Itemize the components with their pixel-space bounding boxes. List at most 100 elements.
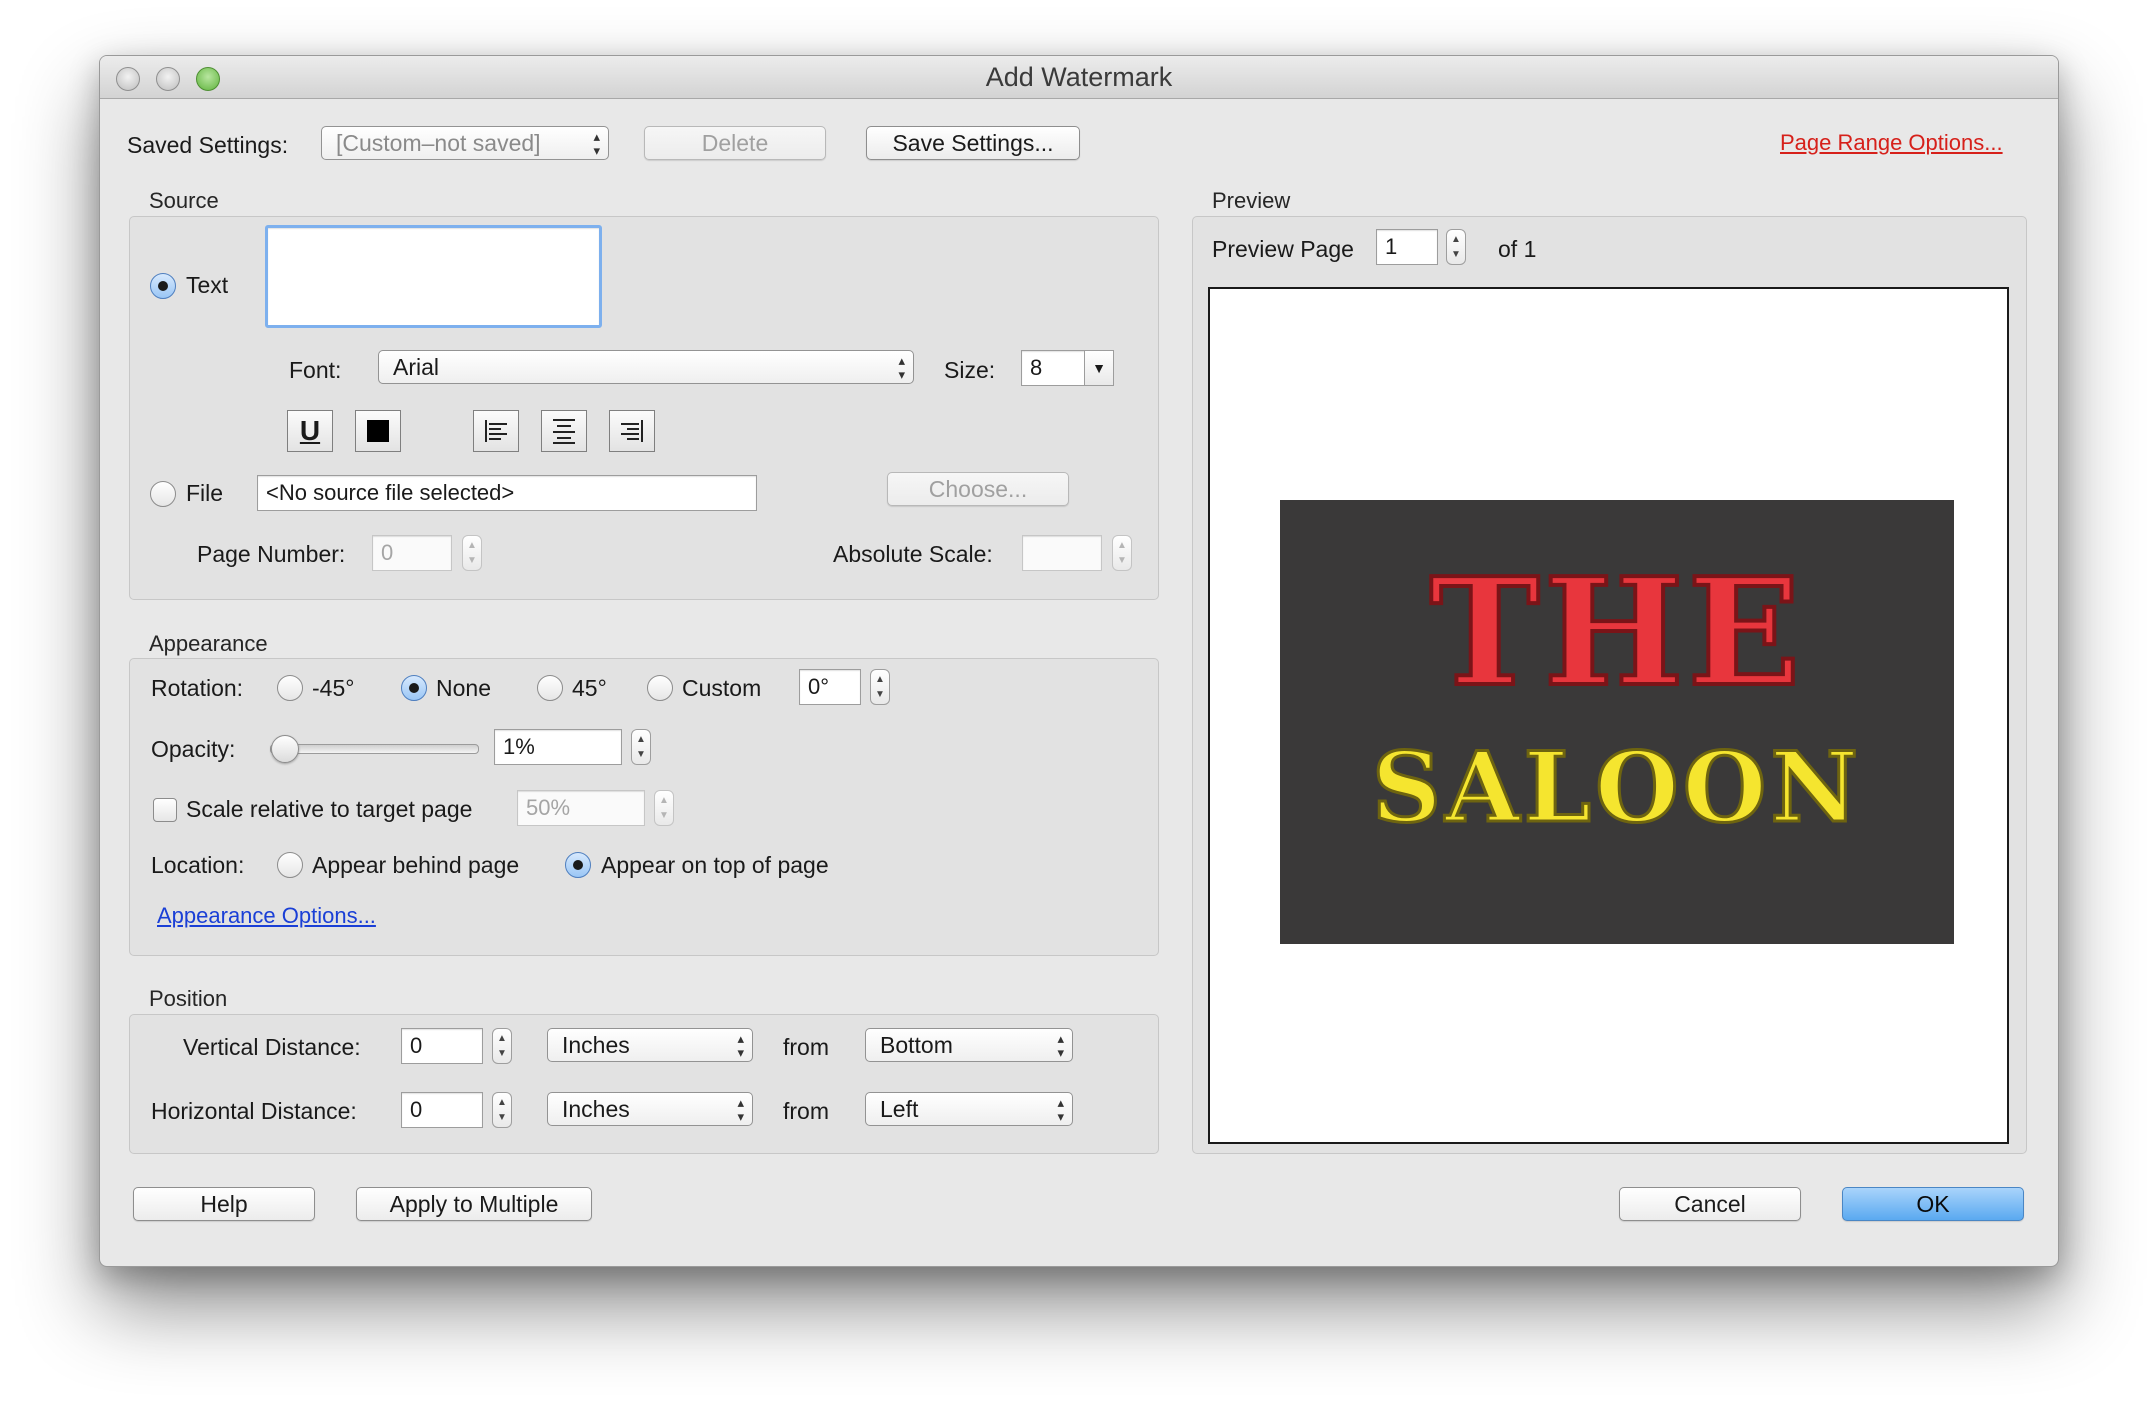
popup-arrows-icon: ▴ ▾ (593, 129, 600, 158)
saved-settings-label: Saved Settings: (127, 132, 289, 158)
choose-file-button[interactable]: Choose... (887, 472, 1069, 506)
align-left-icon (485, 420, 507, 442)
opacity-label: Opacity: (151, 736, 236, 762)
opacity-slider-thumb[interactable] (270, 735, 299, 763)
preview-page-input[interactable]: 1 (1376, 229, 1438, 265)
horizontal-unit-popup[interactable]: Inches ▴ ▾ (547, 1092, 753, 1126)
vertical-from-value: Bottom (880, 1032, 953, 1058)
vertical-distance-stepper[interactable]: ▲ ▼ (492, 1028, 512, 1064)
delete-button[interactable]: Delete (644, 126, 826, 160)
page-number-label: Page Number: (197, 541, 346, 567)
appear-on-top-label: Appear on top of page (601, 852, 829, 878)
rotation-45-radio[interactable] (537, 675, 563, 701)
preview-title-line1: THE (1428, 545, 1805, 719)
preview-page-canvas: THE SALOON (1208, 287, 2009, 1144)
absolute-scale-stepper[interactable]: ▲ ▼ (1112, 535, 1132, 571)
watermark-preview-image: THE SALOON (1280, 500, 1954, 944)
font-label: Font: (289, 357, 342, 383)
page-number-stepper[interactable]: ▲ ▼ (462, 535, 482, 571)
horizontal-distance-label: Horizontal Distance: (151, 1098, 357, 1124)
scale-percent-input[interactable]: 50% (517, 790, 645, 826)
absolute-scale-input[interactable] (1022, 535, 1102, 571)
horizontal-from-label: from (783, 1098, 829, 1124)
appear-behind-radio[interactable] (277, 852, 303, 878)
source-file-field[interactable]: <No source file selected> (257, 475, 757, 511)
horizontal-unit-value: Inches (562, 1096, 630, 1122)
position-group: Vertical Distance: 0 ▲ ▼ Inches ▴ ▾ from B… (129, 1014, 1159, 1154)
preview-group: Preview Page 1 ▲ ▼ of 1 THE SALOON (1192, 216, 2027, 1154)
align-left-button[interactable] (473, 410, 519, 452)
rotation-custom-radio[interactable] (647, 675, 673, 701)
size-label: Size: (944, 357, 996, 383)
rotation-none-label: None (436, 675, 491, 701)
title-bar: Add Watermark (100, 56, 2058, 99)
custom-rotation-stepper[interactable]: ▲ ▼ (870, 669, 890, 705)
align-center-button[interactable] (541, 410, 587, 452)
text-radio[interactable] (150, 273, 176, 299)
scale-relative-label: Scale relative to target page (186, 796, 473, 822)
horizontal-from-popup[interactable]: Left ▴ ▾ (865, 1092, 1073, 1126)
vertical-unit-popup[interactable]: Inches ▴ ▾ (547, 1028, 753, 1062)
location-label: Location: (151, 852, 245, 878)
preview-title-line2: SALOON (1370, 731, 1863, 844)
appear-on-top-radio[interactable] (565, 852, 591, 878)
dialog-content: Saved Settings: [Custom–not saved] ▴ ▾ De… (100, 98, 2058, 1266)
popup-arrows-icon: ▴ ▾ (1057, 1095, 1064, 1124)
horizontal-distance-stepper[interactable]: ▲ ▼ (492, 1092, 512, 1128)
save-settings-button[interactable]: Save Settings... (866, 126, 1080, 160)
rotation-minus45-radio[interactable] (277, 675, 303, 701)
page-range-options-link[interactable]: Page Range Options... (1780, 130, 2003, 156)
opacity-input[interactable]: 1% (494, 729, 622, 765)
ok-button[interactable]: OK (1842, 1187, 2024, 1221)
opacity-slider-track[interactable] (270, 735, 479, 763)
window-title: Add Watermark (985, 62, 1173, 92)
help-button[interactable]: Help (133, 1187, 315, 1221)
align-center-icon (553, 419, 575, 444)
appearance-group-title: Appearance (149, 631, 268, 656)
cancel-button[interactable]: Cancel (1619, 1187, 1801, 1221)
popup-arrows-icon: ▴ ▾ (1057, 1031, 1064, 1060)
scale-percent-stepper[interactable]: ▲ ▼ (654, 790, 674, 826)
add-watermark-dialog: Add Watermark Saved Settings: [Custom–no… (99, 55, 2059, 1267)
opacity-stepper[interactable]: ▲ ▼ (631, 729, 651, 765)
underline-button[interactable]: U (287, 410, 333, 452)
page-number-input[interactable]: 0 (372, 535, 452, 571)
preview-page-stepper[interactable]: ▲ ▼ (1446, 229, 1466, 265)
rotation-45-label: 45° (572, 675, 607, 701)
font-value: Arial (393, 354, 440, 380)
color-swatch-icon (367, 420, 389, 442)
vertical-distance-input[interactable]: 0 (401, 1028, 483, 1064)
appearance-group: Rotation: -45° None 45° Custom 0° ▲ ▼ Opa… (129, 658, 1159, 956)
apply-to-multiple-button[interactable]: Apply to Multiple (356, 1187, 592, 1221)
appearance-options-link[interactable]: Appearance Options... (157, 903, 376, 929)
align-right-icon (621, 420, 643, 442)
font-popup[interactable]: Arial ▴ ▾ (378, 350, 914, 384)
preview-group-title: Preview (1212, 188, 1291, 213)
size-combo[interactable]: 8 ▼ (1021, 350, 1114, 386)
position-group-title: Position (149, 986, 228, 1011)
custom-rotation-input[interactable]: 0° (799, 669, 861, 705)
vertical-from-label: from (783, 1034, 829, 1060)
saved-settings-value: [Custom–not saved] (336, 130, 541, 156)
scale-relative-checkbox[interactable] (153, 798, 177, 822)
watermark-text-input[interactable] (265, 225, 602, 328)
rotation-custom-label: Custom (682, 675, 762, 701)
appear-behind-label: Appear behind page (312, 852, 520, 878)
rotation-none-radio[interactable] (401, 675, 427, 701)
horizontal-from-value: Left (880, 1096, 919, 1122)
size-value: 8 (1030, 355, 1043, 380)
popup-arrows-icon: ▴ ▾ (737, 1031, 744, 1060)
popup-arrows-icon: ▴ ▾ (898, 353, 905, 382)
popup-arrows-icon: ▴ ▾ (737, 1095, 744, 1124)
saved-settings-popup[interactable]: [Custom–not saved] ▴ ▾ (321, 126, 609, 160)
horizontal-distance-input[interactable]: 0 (401, 1092, 483, 1128)
chevron-down-icon[interactable]: ▼ (1084, 351, 1113, 385)
align-right-button[interactable] (609, 410, 655, 452)
source-group: Text Font: Arial ▴ ▾ Size: 8 ▼ U File <N… (129, 216, 1159, 600)
file-radio[interactable] (150, 481, 176, 507)
vertical-unit-value: Inches (562, 1032, 630, 1058)
underline-icon: U (299, 415, 321, 446)
vertical-from-popup[interactable]: Bottom ▴ ▾ (865, 1028, 1073, 1062)
font-color-button[interactable] (355, 410, 401, 452)
absolute-scale-label: Absolute Scale: (833, 541, 993, 567)
